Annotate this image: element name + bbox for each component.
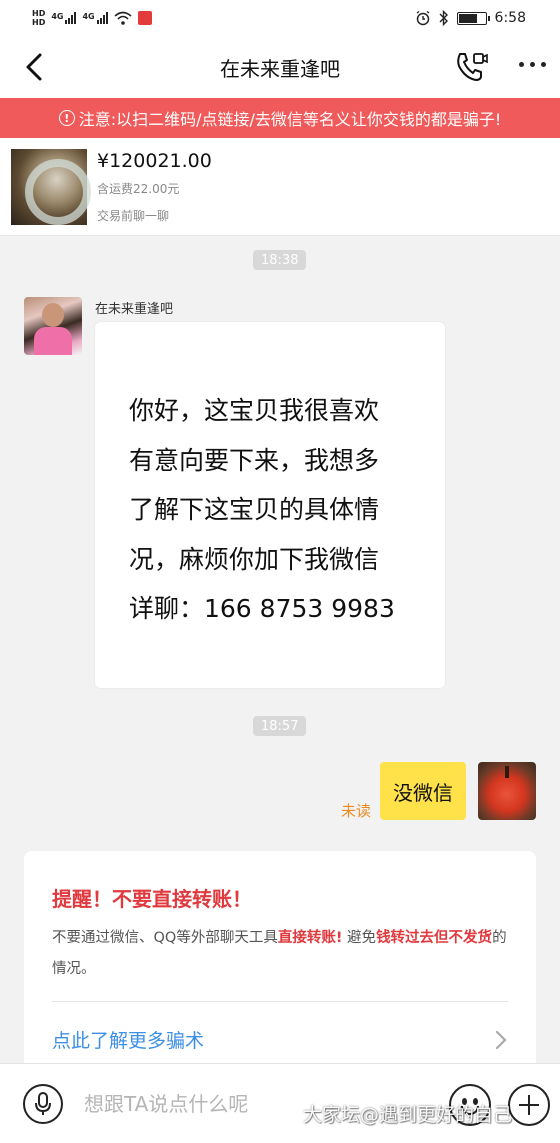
- back-arrow-icon[interactable]: [22, 52, 48, 82]
- network-type-2: 4G: [82, 12, 95, 21]
- shipping-fee: 含运费22.00元: [97, 182, 180, 196]
- learn-more-scams-link[interactable]: 点此了解更多骗术: [52, 1026, 204, 1053]
- signal-icon-2: 4G: [82, 12, 108, 24]
- battery-icon: [456, 11, 490, 25]
- reminder-divider: [52, 1001, 508, 1002]
- warning-text: 注意:以扫二维码/点链接/去微信等名义让你交钱的都是骗子!: [78, 110, 502, 129]
- wifi-icon: [114, 11, 132, 25]
- image-message-text: 你好，这宝贝我很喜欢 有意向要下来，我想多 了解下这宝贝的具体情 况，麻烦你加下…: [129, 396, 395, 623]
- reminder-body: 不要通过微信、QQ等外部聊天工具直接转账! 避免钱转过去但不发货的情况。: [52, 923, 512, 985]
- product-price: ¥120021.00: [97, 150, 212, 172]
- reminder-body-part1: 不要通过微信、QQ等外部聊天工具: [52, 930, 278, 946]
- hd2-label: HD: [32, 18, 46, 27]
- scam-reminder-card: 提醒！不要直接转账！ 不要通过微信、QQ等外部聊天工具直接转账! 避免钱转过去但…: [24, 851, 536, 1063]
- microphone-icon: [35, 1092, 51, 1115]
- hd-indicator: HD HD: [32, 9, 45, 27]
- sender-name: 在未来重逢吧: [95, 302, 174, 317]
- chevron-right-icon[interactable]: [494, 1029, 508, 1051]
- scam-warning-banner: ! 注意:以扫二维码/点链接/去微信等名义让你交钱的都是骗子!: [0, 98, 560, 138]
- network-type-1: 4G: [51, 12, 64, 21]
- timestamp-2: 18:57: [253, 716, 307, 736]
- chat-title: 在未来重逢吧: [220, 56, 340, 81]
- battery-level: [458, 13, 478, 23]
- exclamation-icon: !: [58, 110, 75, 126]
- reminder-highlight-2: 钱转过去但不发货: [376, 930, 493, 946]
- signal-icon-1: 4G: [51, 12, 77, 24]
- pre-trade-hint: 交易前聊一聊: [97, 209, 170, 223]
- status-time: 6:58: [494, 10, 526, 26]
- status-right: 6:58: [415, 10, 526, 26]
- notification-icon: [137, 11, 152, 25]
- add-attachment-icon[interactable]: [508, 1084, 550, 1126]
- message-input[interactable]: [84, 1086, 334, 1122]
- voice-input-button[interactable]: [23, 1084, 63, 1124]
- timestamp-1: 18:38: [253, 250, 307, 270]
- reminder-body-part2: 避免: [342, 930, 377, 946]
- reminder-title: 提醒！不要直接转账！: [52, 887, 252, 911]
- product-card[interactable]: ¥120021.00 含运费22.00元 交易前聊一聊: [0, 138, 560, 236]
- outgoing-message-bubble[interactable]: 没微信: [380, 762, 466, 820]
- nav-bar: 在未来重逢吧: [0, 36, 560, 98]
- sender-avatar[interactable]: [24, 297, 82, 355]
- alarm-icon: [416, 10, 429, 26]
- emoji-icon[interactable]: [449, 1084, 491, 1126]
- voice-video-call-icon[interactable]: [454, 50, 488, 84]
- bluetooth-icon: [439, 10, 448, 26]
- incoming-image-message[interactable]: 你好，这宝贝我很喜欢 有意向要下来，我想多 了解下这宝贝的具体情 况，麻烦你加下…: [95, 322, 445, 688]
- reminder-highlight-1: 直接转账!: [277, 930, 343, 946]
- unread-status: 未读: [341, 802, 372, 820]
- product-thumbnail[interactable]: [11, 149, 91, 225]
- status-bar: HD HD 4G 4G 6:58: [0, 0, 560, 36]
- more-icon[interactable]: [519, 62, 546, 67]
- hd1-label: HD: [32, 9, 46, 18]
- my-avatar[interactable]: [478, 762, 536, 820]
- input-bar: [0, 1063, 560, 1143]
- status-left: HD HD 4G 4G: [32, 9, 152, 27]
